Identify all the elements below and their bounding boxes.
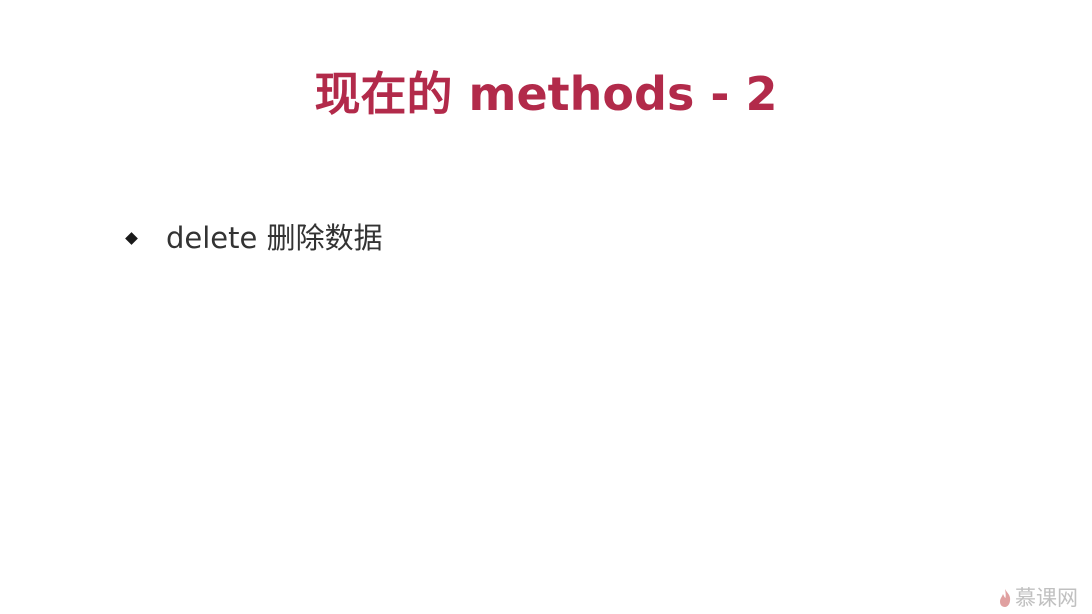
bullet-list: delete 删除数据: [124, 214, 383, 262]
slide: 现在的 methods - 2 delete 删除数据 慕课网: [0, 0, 1092, 614]
diamond-bullet-icon: [125, 231, 138, 245]
slide-title: 现在的 methods - 2: [314, 67, 778, 121]
bullet-text: delete 删除数据: [166, 221, 383, 255]
bullet-item: delete 删除数据: [124, 214, 383, 262]
watermark-text: 慕课网: [1015, 586, 1078, 610]
flame-icon: [1000, 589, 1011, 607]
watermark-logo: 慕课网: [998, 586, 1078, 610]
